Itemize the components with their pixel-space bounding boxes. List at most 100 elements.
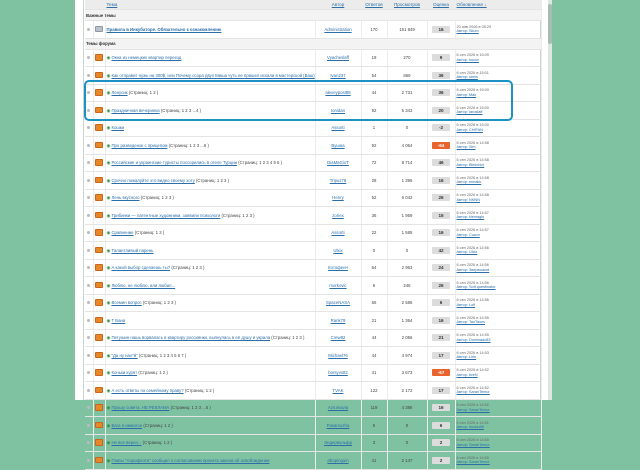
- topic-author[interactable]: Henry: [315, 189, 362, 207]
- topic-pages[interactable]: (Страниц: 1 2 3 ): [141, 195, 174, 200]
- topic-last-author[interactable]: Автор: Sim: [457, 145, 476, 149]
- topic-last-author[interactable]: Автор: SaranTemur: [457, 443, 490, 447]
- header-replies[interactable]: Ответов: [361, 0, 388, 10]
- topic-last-author[interactable]: Автор: Lofi: [457, 303, 476, 307]
- topic-link[interactable]: Т Бана: [111, 318, 125, 323]
- pinned-author[interactable]: Administration: [315, 20, 362, 39]
- topic-link[interactable]: Про разведенок с прицепом: [111, 143, 167, 148]
- topic-author[interactable]: Ulxix: [315, 241, 362, 260]
- topic-pages[interactable]: (Страниц: 1 2 ): [143, 423, 173, 428]
- topic-link[interactable]: Кошки: [111, 125, 124, 130]
- scrollbar[interactable]: [548, 0, 552, 400]
- topic-last-author[interactable]: Автор: Сокол: [457, 233, 480, 237]
- scrollbar-thumb[interactable]: [548, 4, 552, 44]
- topic-link[interactable]: Люблю, не люблю, или любил...: [111, 283, 175, 288]
- pinned-last-author[interactable]: Автор: Skum: [457, 29, 479, 33]
- topic-author[interactable]: SpaceNASA: [315, 294, 362, 312]
- topic-last-author[interactable]: Автор: CHIFAN: [457, 128, 483, 132]
- pinned-topic-link[interactable]: Правила в Инкубаторе. Обязательно к озна…: [107, 27, 222, 32]
- header-score[interactable]: Оценка: [427, 0, 456, 10]
- topic-author[interactable]: morkovic: [315, 276, 362, 295]
- topic-last-author[interactable]: Автор: mmakk: [457, 180, 482, 184]
- topic-pages[interactable]: (Страниц: 1 2 3 ): [222, 213, 255, 218]
- topic-author[interactable]: Michael76: [315, 346, 362, 365]
- topic-last-author[interactable]: Автор: klemagin: [457, 215, 485, 219]
- topic-link[interactable]: Коньки курят: [111, 370, 137, 375]
- header-topic[interactable]: Тема: [105, 0, 316, 10]
- topic-author[interactable]: Ionidan: [315, 101, 362, 120]
- topic-link[interactable]: Российские и украинские туристы поссорил…: [111, 160, 237, 165]
- topic-last-author[interactable]: Автор: Imobu88: [457, 425, 484, 429]
- topic-author[interactable]: borsyvs82: [315, 364, 362, 382]
- topic-author[interactable]: Pasamuzha: [315, 416, 362, 435]
- topic-link[interactable]: Лень вкусного: [111, 195, 139, 200]
- topic-last-author[interactable]: Автор: Soft.questinator: [457, 285, 496, 289]
- topic-link[interactable]: Праздничная вечеринка: [111, 108, 159, 113]
- topic-last-author[interactable]: Автор: stmis: [457, 75, 478, 79]
- topic-last-author[interactable]: Автор: Lirin: [457, 355, 477, 359]
- topic-link[interactable]: Талантливый парень: [111, 248, 153, 253]
- topic-author[interactable]: Вушаа: [315, 136, 362, 155]
- topic-last-author[interactable]: Автор: Dominado83: [457, 338, 491, 342]
- topic-author[interactable]: Ivan237: [315, 66, 362, 85]
- topic-last-author[interactable]: Автор: SaranTemur: [457, 390, 490, 394]
- topic-pages[interactable]: (Страниц: 1 2 3 ...4 ): [161, 108, 201, 113]
- topic-pages[interactable]: (Страниц: 1 2 3 ...5 ): [171, 405, 211, 410]
- header-views[interactable]: Просмотров: [387, 0, 428, 10]
- topic-last-author[interactable]: Автор: Ulxix: [457, 250, 478, 254]
- topic-link[interactable]: Срочно пожалуйте это видео своему хоту: [111, 178, 194, 183]
- topic-author[interactable]: Tripuz78: [315, 171, 362, 190]
- topic-pages[interactable]: (Страниц: 1 2 3 4 5 6 7 ): [139, 353, 186, 358]
- topic-link[interactable]: Бага в иммогон: [111, 423, 142, 428]
- topic-pages[interactable]: (Страниц: 1 2 3 ): [196, 178, 229, 183]
- topic-last-author[interactable]: Автор: NNNN: [457, 198, 480, 202]
- topic-link[interactable]: Всемин вопрос: [111, 300, 141, 305]
- topic-link[interactable]: Трибинки — латентные художники, заявили …: [111, 213, 220, 218]
- topic-pages[interactable]: (Страниц: 1 2 ): [185, 388, 215, 393]
- topic-author[interactable]: Эндервольфр: [315, 434, 362, 452]
- topic-author[interactable]: alexeypost88: [315, 84, 362, 102]
- topic-author[interactable]: Crew82: [315, 329, 362, 347]
- topic-pages[interactable]: (Страниц: 1 2 3 4 5 6 ): [238, 160, 282, 165]
- topic-pages[interactable]: (Страниц: 1 2 3 ): [271, 335, 304, 340]
- topic-link[interactable]: А есть ответы по семейному праву?: [111, 388, 183, 393]
- topic-author[interactable]: Azrumavia: [315, 399, 362, 417]
- topic-pages[interactable]: (Страниц: 1 2 ): [135, 230, 165, 235]
- topic-author[interactable]: DiaMaGioT: [315, 154, 362, 172]
- topic-link[interactable]: Ленусик: [111, 90, 127, 95]
- header-updated[interactable]: Обновление ↓: [455, 0, 542, 10]
- topic-author[interactable]: Rank79: [315, 311, 362, 330]
- topic-last-author[interactable]: Автор: SaranTemur: [457, 460, 490, 464]
- topic-link[interactable]: Как отправит нужь на 300$, или Почему сс…: [111, 73, 314, 78]
- topic-last-author[interactable]: Автор: kocov: [457, 58, 479, 62]
- topic-last-author[interactable]: Автор: SaranTemur: [457, 408, 490, 412]
- topic-author[interactable]: zoriex: [315, 206, 362, 225]
- topic-pages[interactable]: (Страниц: 1 2 ): [143, 440, 173, 445]
- topic-author[interactable]: TVAK: [315, 381, 362, 400]
- header-author[interactable]: Автор: [315, 0, 362, 10]
- topic-pages[interactable]: (Страниц: 1 2 3 ): [143, 300, 176, 305]
- topic-author[interactable]: Котофеич: [315, 259, 362, 277]
- topic-link[interactable]: Окна из немецких квартир переезд: [111, 55, 181, 60]
- topic-pages[interactable]: (Страниц: 1 2 ): [138, 370, 168, 375]
- topic-author[interactable]: Vyacheslaff: [315, 49, 362, 67]
- topic-last-author[interactable]: Автор: tiveN: [457, 373, 478, 377]
- topic-last-author[interactable]: Автор: Blekchini: [457, 163, 485, 167]
- topic-link[interactable]: "Да ну нах*й": [111, 353, 137, 358]
- topic-author[interactable]: Assorti: [315, 119, 362, 137]
- topic-pages[interactable]: (Страниц: 1 2 ): [129, 90, 159, 95]
- topic-link[interactable]: Прошу совета. НЕ РЕКЛАМА: [111, 405, 169, 410]
- topic-last-author[interactable]: Автор: Зверюшков: [457, 268, 490, 272]
- topic-link[interactable]: Петушин нашь ворвалась в квартиру россия…: [111, 335, 270, 340]
- topic-link[interactable]: Сравнение: [111, 230, 133, 235]
- topic-author[interactable]: Assorti: [315, 224, 362, 242]
- topic-last-author[interactable]: Автор: Iaroslaff: [457, 110, 483, 114]
- topic-link[interactable]: Главы "Аэрофлота" сообщил о согласовании…: [111, 458, 269, 463]
- topic-link[interactable]: Не все верен...: [111, 440, 141, 445]
- topic-author[interactable]: afropinguin: [315, 451, 362, 470]
- topic-pages[interactable]: (Страниц: 1 2 3 ...6 ): [169, 143, 209, 148]
- topic-last-author[interactable]: Автор: TaoTaxes: [457, 320, 486, 324]
- topic-pages[interactable]: (Страниц: 1 2 3 ): [171, 265, 204, 270]
- topic-link[interactable]: А какой выбор сделаешь ты?: [111, 265, 170, 270]
- topic-last-author[interactable]: Автор: Mak: [457, 93, 477, 97]
